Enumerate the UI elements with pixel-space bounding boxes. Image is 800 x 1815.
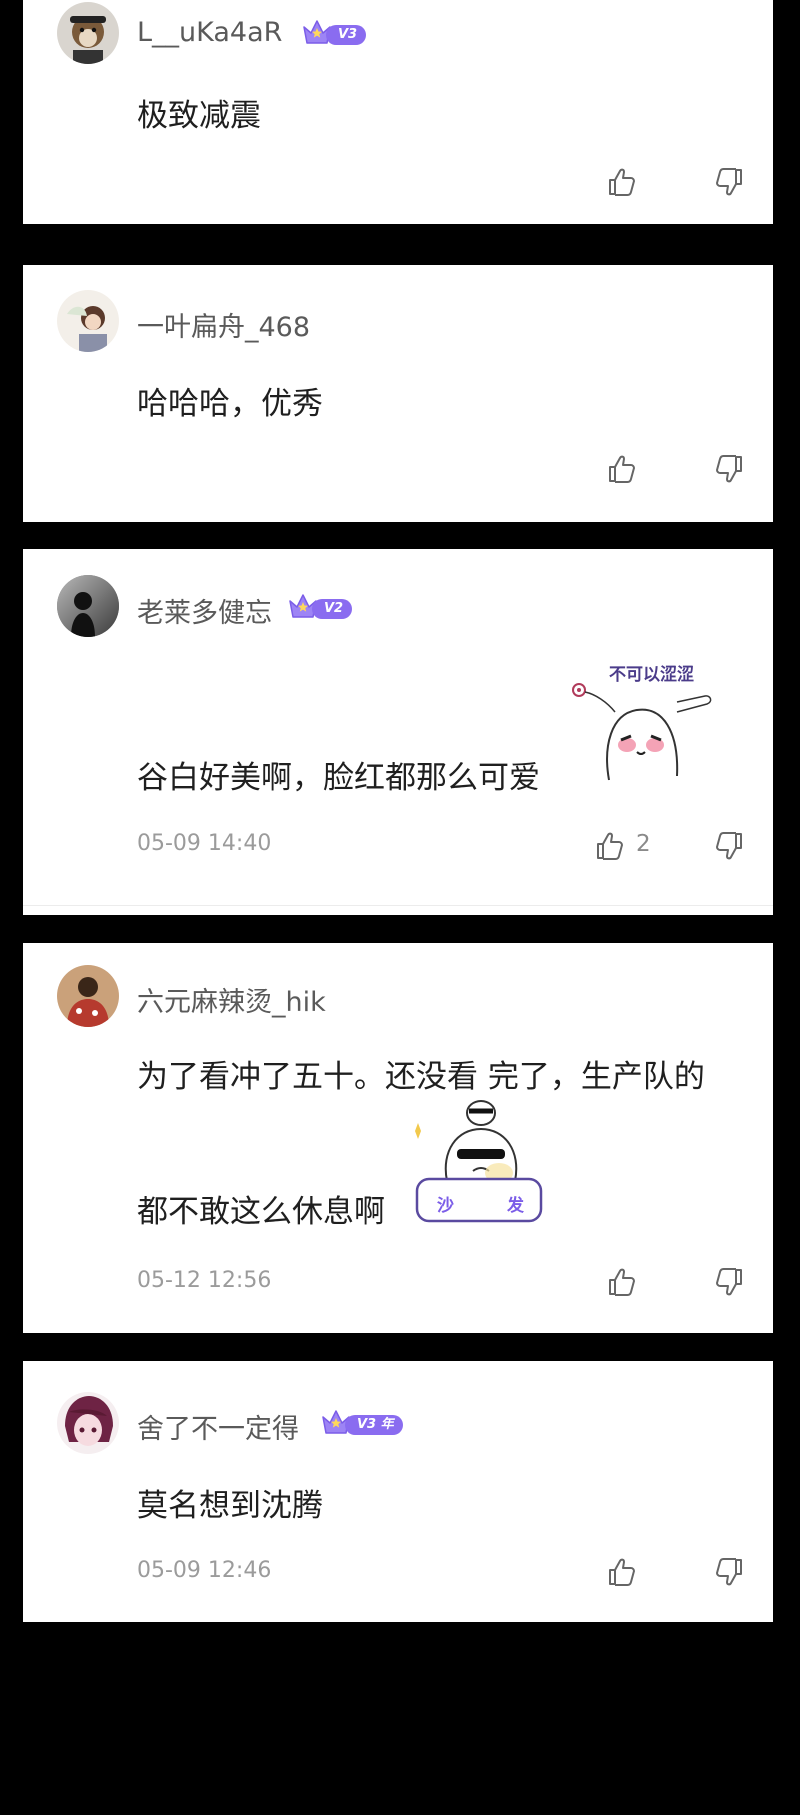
vip-level-label: V3 xyxy=(326,25,367,45)
comment-text: 哈哈哈，优秀 xyxy=(137,386,323,422)
comment-card: 舍了不一定得 V3 年 莫名想到沈腾 05-09 12:46 xyxy=(23,1361,773,1622)
username[interactable]: 六元麻辣烫_hik xyxy=(137,980,326,1019)
vip-level-label: V2 xyxy=(312,599,353,619)
thumbs-up-icon[interactable] xyxy=(592,829,626,863)
thumbs-up-icon[interactable] xyxy=(604,452,638,486)
vip-badge: V3 xyxy=(300,22,367,48)
thumbs-up-icon[interactable] xyxy=(604,165,638,199)
thumbs-down-icon[interactable] xyxy=(713,1555,747,1589)
comment-card: 六元麻辣烫_hik 为了看冲了五十。还没看 完了，生产队的 都不敢这么休息啊 沙… xyxy=(23,943,773,1333)
username[interactable]: 舍了不一定得 xyxy=(137,1407,299,1446)
username[interactable]: 老莱多健忘 xyxy=(137,591,272,630)
comment-text-line-2: 都不敢这么休息啊 xyxy=(137,1194,385,1230)
thumbs-up-icon[interactable] xyxy=(604,1555,638,1589)
sticker-caption-right: 发 xyxy=(507,1196,524,1216)
thumbs-down-icon[interactable] xyxy=(713,1265,747,1299)
avatar[interactable] xyxy=(57,965,119,1027)
vip-level-label: V3 年 xyxy=(345,1415,403,1435)
comment-text-line-1: 为了看冲了五十。还没看 完了，生产队的 xyxy=(137,1059,705,1095)
comment-timestamp: 05-12 12:56 xyxy=(137,1268,272,1293)
avatar[interactable] xyxy=(57,1392,119,1454)
avatar[interactable] xyxy=(57,2,119,64)
username[interactable]: 一叶扁舟_468 xyxy=(137,305,310,344)
thumbs-up-icon[interactable] xyxy=(604,1265,638,1299)
comment-timestamp: 05-09 14:40 xyxy=(137,831,272,856)
username[interactable]: L__uKa4aR xyxy=(137,17,282,48)
comment-card: 老莱多健忘 V2 谷白好美啊，脸红都那么可爱 不可以涩涩 05-09 14:40… xyxy=(23,549,773,915)
comment-text: 谷白好美啊，脸红都那么可爱 xyxy=(137,760,540,796)
thumbs-down-icon[interactable] xyxy=(713,452,747,486)
avatar[interactable] xyxy=(57,290,119,352)
comment-text: 莫名想到沈腾 xyxy=(137,1488,323,1524)
like-count: 2 xyxy=(636,831,651,857)
sticker-caption-left: 沙 xyxy=(437,1196,454,1216)
comment-timestamp: 05-09 12:46 xyxy=(137,1558,272,1583)
comment-card: 一叶扁舟_468 哈哈哈，优秀 xyxy=(23,265,773,522)
comment-text: 极致减震 xyxy=(137,98,261,134)
vip-badge: V3 年 xyxy=(319,1412,403,1438)
sticker-caption: 不可以涩涩 xyxy=(609,665,694,685)
vip-badge: V2 xyxy=(286,596,353,622)
divider xyxy=(23,905,773,906)
comment-card: L__uKa4aR V3 极致减震 xyxy=(23,0,773,224)
comment-feed: L__uKa4aR V3 极致减震 一叶扁舟_468 哈哈哈，优秀 老莱多健忘 … xyxy=(0,0,800,1815)
cool-ghost-sofa-sticker: 沙 发 xyxy=(403,1091,553,1229)
blushing-ghost-sticker: 不可以涩涩 xyxy=(569,660,729,782)
thumbs-down-icon[interactable] xyxy=(713,165,747,199)
avatar[interactable] xyxy=(57,575,119,637)
thumbs-down-icon[interactable] xyxy=(713,829,747,863)
